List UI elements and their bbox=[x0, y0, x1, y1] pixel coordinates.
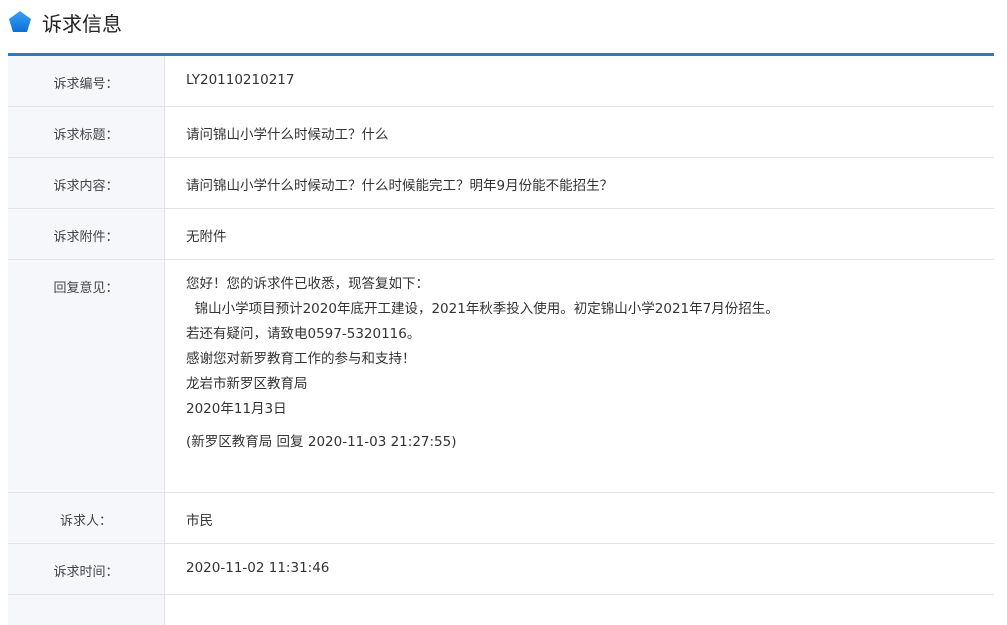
label: 诉求内容： bbox=[8, 158, 165, 208]
row-appeal-time: 诉求时间： 2020-11-02 11:31:46 bbox=[8, 544, 994, 595]
appellant: 市民 bbox=[165, 493, 213, 543]
appeal-time: 2020-11-02 11:31:46 bbox=[165, 544, 329, 594]
section-title: 诉求信息 bbox=[42, 8, 122, 37]
pentagon-icon bbox=[8, 10, 32, 34]
section-header: 诉求信息 bbox=[8, 8, 122, 36]
label: 诉求附件： bbox=[8, 209, 165, 259]
label: 诉求标题： bbox=[8, 107, 165, 157]
reply-signature: (新罗区教育局 回复 2020-11-03 21:27:55) bbox=[186, 430, 779, 455]
appeal-content: 请问锦山小学什么时候动工？什么时候能完工？明年9月份能不能招生？ bbox=[165, 158, 613, 208]
row-reply: 回复意见： 您好！您的诉求件已收悉，现答复如下： 锦山小学项目预计2020年底开… bbox=[8, 260, 994, 493]
label-empty bbox=[8, 595, 165, 625]
row-partial bbox=[8, 595, 994, 625]
appeal-title: 请问锦山小学什么时候动工？什么 bbox=[165, 107, 389, 157]
reply-line: 若还有疑问，请致电0597-5320116。 bbox=[186, 322, 779, 347]
appeal-info-table: 诉求编号： LY20110210217 诉求标题： 请问锦山小学什么时候动工？什… bbox=[8, 53, 994, 625]
label: 回复意见： bbox=[8, 260, 165, 492]
row-attachment: 诉求附件： 无附件 bbox=[8, 209, 994, 260]
row-appeal-number: 诉求编号： LY20110210217 bbox=[8, 56, 994, 107]
appeal-number: LY20110210217 bbox=[165, 56, 294, 106]
row-appellant: 诉求人： 市民 bbox=[8, 493, 994, 544]
row-appeal-content: 诉求内容： 请问锦山小学什么时候动工？什么时候能完工？明年9月份能不能招生？ bbox=[8, 158, 994, 209]
label: 诉求编号： bbox=[8, 56, 165, 106]
reply-line: 您好！您的诉求件已收悉，现答复如下： bbox=[186, 272, 779, 297]
reply-content: 您好！您的诉求件已收悉，现答复如下： 锦山小学项目预计2020年底开工建设，20… bbox=[165, 260, 779, 492]
row-appeal-title: 诉求标题： 请问锦山小学什么时候动工？什么 bbox=[8, 107, 994, 158]
reply-line: 龙岩市新罗区教育局 bbox=[186, 372, 779, 397]
label: 诉求时间： bbox=[8, 544, 165, 594]
reply-line: 2020年11月3日 bbox=[186, 397, 779, 422]
label: 诉求人： bbox=[8, 493, 165, 543]
reply-line: 感谢您对新罗教育工作的参与和支持！ bbox=[186, 347, 779, 372]
attachment: 无附件 bbox=[165, 209, 227, 259]
reply-line: 锦山小学项目预计2020年底开工建设，2021年秋季投入使用。初定锦山小学202… bbox=[186, 297, 779, 322]
